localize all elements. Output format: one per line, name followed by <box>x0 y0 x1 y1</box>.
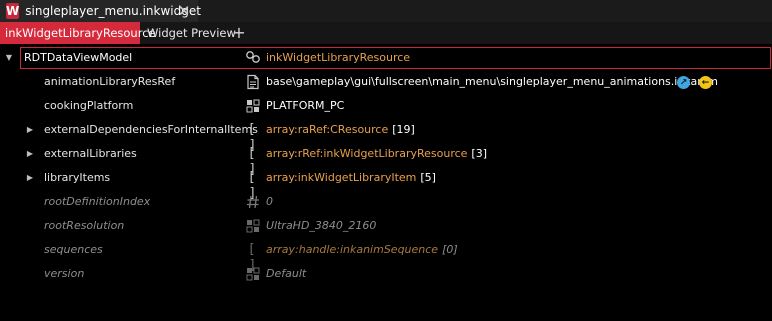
property-name: version <box>44 267 85 280</box>
property-name: libraryItems <box>44 171 111 184</box>
expander-icon[interactable]: ▶ <box>25 118 35 142</box>
enum-icon <box>245 266 261 282</box>
add-tab-icon[interactable]: + <box>230 22 248 44</box>
open-file-button[interactable]: ↗ <box>677 76 690 89</box>
property-row-version[interactable]: version Default <box>0 262 772 286</box>
property-row-externallibraries[interactable]: ▶ externalLibraries [ ] array:rRef:inkWi… <box>0 142 772 177</box>
root-row[interactable]: ▼ RDTDataViewModel inkWidgetLibraryResou… <box>0 47 772 69</box>
tab-inkwidgetlibraryresource[interactable]: inkWidgetLibraryResource <box>0 22 156 44</box>
enum-icon <box>245 98 261 114</box>
expander-icon[interactable]: ▶ <box>25 166 35 190</box>
property-value: Default <box>266 267 307 280</box>
property-value: array:raRef:CResource [19] <box>266 123 415 136</box>
array-icon: [ ] <box>249 242 257 273</box>
property-name: animationLibraryResRef <box>44 75 176 88</box>
item-count: [19] <box>392 123 415 136</box>
root-value: inkWidgetLibraryResource <box>266 51 411 64</box>
property-name: externalLibraries <box>44 147 137 160</box>
navigate-back-button[interactable]: ← <box>699 76 712 89</box>
root-name: RDTDataViewModel <box>24 51 133 64</box>
property-grid: ▼ RDTDataViewModel inkWidgetLibraryResou… <box>0 46 772 321</box>
property-name: externalDependenciesForInternalItems <box>44 123 258 136</box>
file-icon <box>245 74 261 90</box>
property-row-rootresolution[interactable]: rootResolution UltraHD_3840_2160 <box>0 214 772 238</box>
property-row-externaldependenciesforinternalitems[interactable]: ▶ externalDependenciesForInternalItems [… <box>0 118 772 153</box>
property-row-libraryitems[interactable]: ▶ libraryItems [ ] array:inkWidgetLibrar… <box>0 166 772 201</box>
property-value: array:inkWidgetLibraryItem [5] <box>266 171 436 184</box>
property-value: array:handle:inkanimSequence [0] <box>266 243 458 256</box>
property-value: PLATFORM_PC <box>266 99 345 112</box>
title-bar: W singleplayer_menu.inkwidget ✕ <box>0 0 772 22</box>
array-icon: [ ] <box>249 122 257 153</box>
property-name: sequences <box>44 243 103 256</box>
file-tab-title: singleplayer_menu.inkwidget <box>25 4 201 18</box>
tab-widget-preview[interactable]: Widget Preview <box>141 22 236 44</box>
property-row-rootdefinitionindex[interactable]: rootDefinitionIndex 0 <box>0 190 772 214</box>
file-tab[interactable]: W singleplayer_menu.inkwidget ✕ <box>0 0 201 22</box>
property-name: cookingPlatform <box>44 99 134 112</box>
expander-icon[interactable]: ▼ <box>4 46 14 70</box>
property-value: base\gameplay\gui\fullscreen\main_menu\s… <box>266 75 718 88</box>
property-row-animationlibraryresref[interactable]: animationLibraryResRef base\gameplay\gui… <box>0 70 772 94</box>
item-count: [5] <box>420 171 436 184</box>
property-name: rootResolution <box>44 219 125 232</box>
property-value: UltraHD_3840_2160 <box>266 219 377 232</box>
number-icon <box>245 194 261 210</box>
array-icon: [ ] <box>249 170 257 201</box>
property-value: 0 <box>266 195 273 208</box>
property-row-cookingplatform[interactable]: cookingPlatform PLATFORM_PC <box>0 94 772 118</box>
close-icon[interactable]: ✕ <box>176 2 192 20</box>
enum-icon <box>245 218 261 234</box>
item-count: [0] <box>442 243 458 256</box>
array-icon: [ ] <box>249 146 257 177</box>
property-value: array:rRef:inkWidgetLibraryResource [3] <box>266 147 488 160</box>
editor-tab-bar: inkWidgetLibraryResource Widget Preview … <box>0 22 772 44</box>
property-row-sequences[interactable]: sequences [ ] array:handle:inkanimSequen… <box>0 238 772 273</box>
wolvenkit-app-icon: W <box>6 3 20 19</box>
property-name: rootDefinitionIndex <box>44 195 151 208</box>
item-count: [3] <box>471 147 488 160</box>
expander-icon[interactable]: ▶ <box>25 142 35 166</box>
class-link-icon <box>245 49 261 65</box>
